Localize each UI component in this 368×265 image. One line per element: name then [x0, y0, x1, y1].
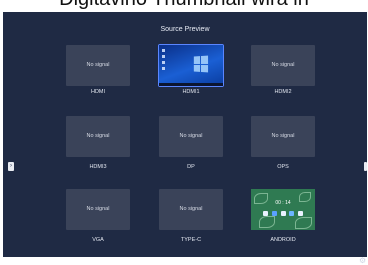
source-label-vga: VGA: [92, 237, 104, 243]
source-tile-hdmi2[interactable]: No signal: [251, 45, 315, 86]
source-label-android: ANDROID: [270, 237, 296, 243]
app-icon: [280, 211, 286, 216]
page-title: Source Preview: [160, 26, 210, 33]
top-banner: Digitavino Thumbnail wira in: [0, 0, 368, 12]
taskbar: [159, 83, 223, 86]
app-icon: [263, 211, 268, 216]
source-tile-type-c[interactable]: No signal: [159, 189, 223, 230]
desktop-icon: [162, 49, 165, 52]
source-label-hdmi3: HDMI3: [89, 164, 107, 170]
app-icon: [289, 211, 295, 216]
android-home-preview: 00 : 14: [251, 189, 315, 230]
source-tile-ops[interactable]: No signal: [251, 116, 315, 157]
source-tile-android[interactable]: 00 : 14: [251, 189, 315, 230]
no-signal-text: No signal: [86, 133, 110, 139]
no-signal-text: No signal: [179, 206, 203, 212]
android-clock: 00 : 14: [275, 200, 291, 206]
desktop-icon: [162, 61, 165, 64]
banner-text: Digitavino Thumbnail wira in: [0, 0, 368, 10]
windows-logo-icon: [193, 55, 209, 73]
source-label-dp: DP: [187, 164, 195, 170]
source-tile-vga[interactable]: No signal: [66, 189, 130, 230]
source-label-type-c: TYPE-C: [180, 237, 202, 243]
source-label-hdmi: HDMI: [90, 89, 106, 95]
windows-desktop-preview: [159, 45, 223, 86]
no-signal-text: No signal: [179, 133, 203, 139]
source-label-hdmi2: HDMI2: [274, 89, 292, 95]
source-label-hdmi1: HDMI1: [182, 89, 200, 95]
source-label-ops: OPS: [277, 164, 289, 170]
source-tile-hdmi[interactable]: No signal: [66, 45, 130, 86]
app-icon: [271, 211, 277, 216]
no-signal-text: No signal: [271, 133, 295, 139]
no-signal-text: No signal: [271, 62, 295, 68]
desktop-icon: [162, 67, 165, 70]
source-preview-screen: Source Preview No signal HDMI HDMI1 No s…: [3, 12, 367, 265]
chevron-right-icon[interactable]: [364, 162, 367, 171]
no-signal-text: No signal: [86, 206, 110, 212]
source-tile-hdmi1[interactable]: [158, 44, 224, 87]
no-signal-text: No signal: [86, 62, 110, 68]
desktop-icon: [162, 55, 165, 58]
source-tile-dp[interactable]: No signal: [159, 116, 223, 157]
chevron-left-icon[interactable]: ›: [8, 162, 14, 171]
source-tile-hdmi3[interactable]: No signal: [66, 116, 130, 157]
android-app-row: [263, 211, 303, 217]
app-icon: [298, 211, 303, 216]
leaf-decoration: [295, 217, 312, 229]
gear-icon[interactable]: ⚙: [359, 257, 367, 265]
leaf-decoration: [259, 216, 275, 228]
